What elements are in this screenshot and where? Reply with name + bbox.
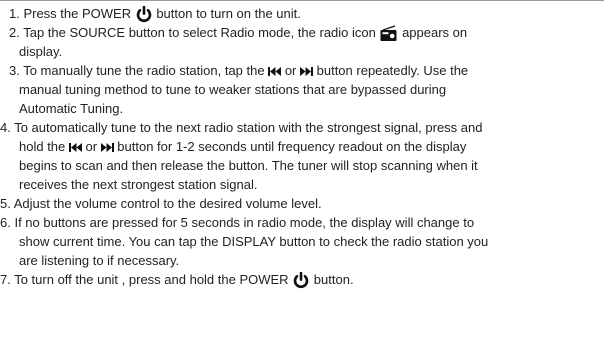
instruction-step-continuation: display. [19,44,63,60]
power-icon [135,6,153,23]
skip-back-icon [68,143,82,153]
power-icon [292,272,310,289]
instruction-step-continuation: receives the next strongest station sign… [19,177,258,193]
instruction-step: 7. To turn off the unit , press and hold… [0,270,604,289]
instruction-step-continuation: are listening to if necessary. [19,253,180,269]
instruction-step-continuation: manual tuning method to tune to weaker s… [19,82,447,98]
instruction-step: 1. Press the POWER button to turn on the… [0,4,604,23]
instruction-list: 1. Press the POWER button to turn on the… [0,4,604,289]
instruction-step-continuation: hold the or button for 1-2 seconds until… [19,139,467,155]
skip-forward-icon [300,67,314,77]
instruction-step: 4. To automatically tune to the next rad… [0,120,483,136]
instruction-step: 3. To manually tune the radio station, t… [9,63,469,79]
instruction-step: 5. Adjust the volume control to the desi… [0,196,322,212]
instruction-step: 2. Tap the SOURCE button to select Radio… [0,23,604,42]
instruction-step: 6. If no buttons are pressed for 5 secon… [0,215,475,231]
instruction-step-continuation: show current time. You can tap the DISPL… [19,234,489,250]
skip-forward-icon [100,143,114,153]
instruction-step-continuation: begins to scan and then release the butt… [19,158,478,174]
skip-back-icon [268,67,282,77]
radio-icon [379,25,398,42]
top-rule [0,0,604,1]
instruction-step-continuation: Automatic Tuning. [19,101,124,117]
